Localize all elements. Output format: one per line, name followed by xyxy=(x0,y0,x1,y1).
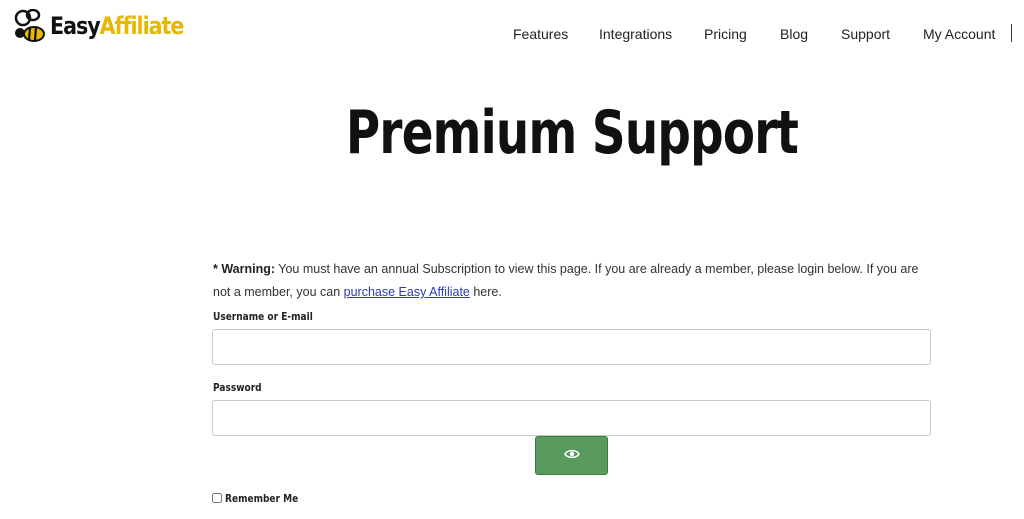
nav-item-integrations[interactable]: Integrations xyxy=(599,24,672,44)
nav-divider xyxy=(1011,24,1012,42)
password-label: Password xyxy=(213,381,262,394)
remember-me-label[interactable]: Remember Me xyxy=(225,492,298,505)
username-input[interactable] xyxy=(212,329,931,365)
site-header: EasyAffiliate Features Integrations Pric… xyxy=(0,0,1024,62)
warning-suffix: here. xyxy=(469,285,502,299)
remember-me-checkbox[interactable] xyxy=(212,493,222,503)
main-nav: Features Integrations Pricing Blog Suppo… xyxy=(0,24,1024,44)
nav-item-pricing[interactable]: Pricing xyxy=(704,24,747,44)
warning-prefix: * Warning: xyxy=(213,262,276,276)
nav-item-features[interactable]: Features xyxy=(513,24,568,44)
nav-item-support[interactable]: Support xyxy=(841,24,890,44)
warning-text: You must have an annual Subscription to … xyxy=(213,262,919,299)
password-input[interactable] xyxy=(212,400,931,436)
show-password-button[interactable] xyxy=(535,436,608,475)
nav-item-my-account[interactable]: My Account xyxy=(923,24,995,44)
remember-me-row: Remember Me xyxy=(212,490,314,506)
username-label: Username or E-mail xyxy=(213,310,313,323)
purchase-link[interactable]: purchase Easy Affiliate xyxy=(344,285,470,299)
eye-icon xyxy=(563,448,580,463)
nav-item-blog[interactable]: Blog xyxy=(780,24,808,44)
warning-message: * Warning: You must have an annual Subsc… xyxy=(213,258,933,304)
page-title: Premium Support xyxy=(345,98,799,168)
